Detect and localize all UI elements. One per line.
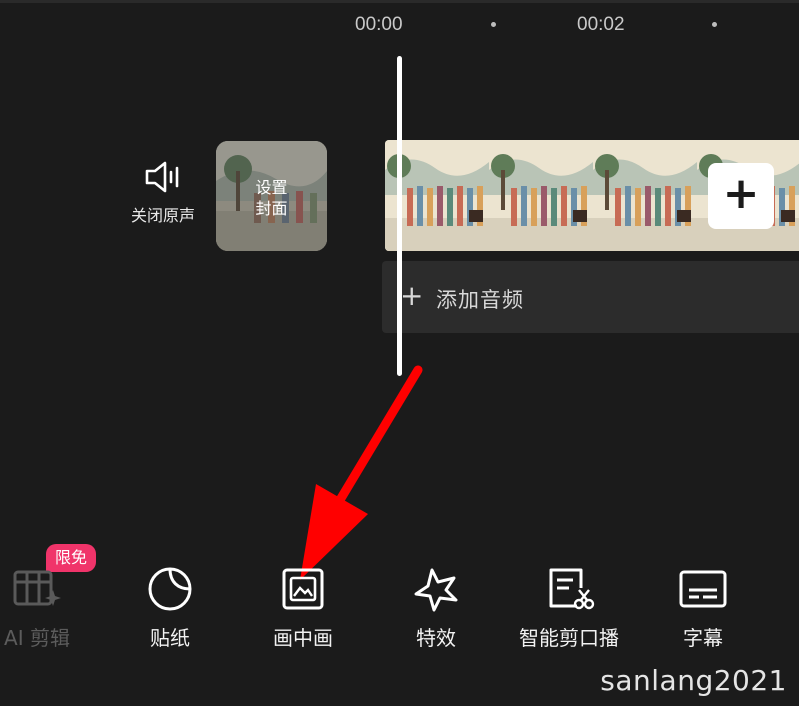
tool-label: 特效 [416,626,456,650]
watermark: sanlang2021 [600,664,787,697]
picture-in-picture-icon [282,568,324,610]
tool-label: 字幕 [683,626,723,650]
tool-picture-in-picture[interactable]: 画中画 [248,566,358,651]
effects-star-icon [414,568,458,612]
tool-label: 智能剪口播 [519,626,619,650]
subtitle-icon [679,570,727,608]
tool-ai-edit[interactable]: AI 剪辑 [0,566,92,651]
ai-edit-icon [13,570,61,606]
sticker-icon [148,567,192,611]
tool-sticker[interactable]: 贴纸 [115,566,225,651]
tool-label: 画中画 [273,626,333,650]
tool-label: AI 剪辑 [4,626,70,650]
tool-label: 贴纸 [150,626,190,650]
tool-smart-cut[interactable]: 智能剪口播 [514,566,624,651]
tool-effects[interactable]: 特效 [381,566,491,651]
smart-cut-icon [549,568,595,610]
tool-subtitle[interactable]: 字幕 [648,566,758,651]
